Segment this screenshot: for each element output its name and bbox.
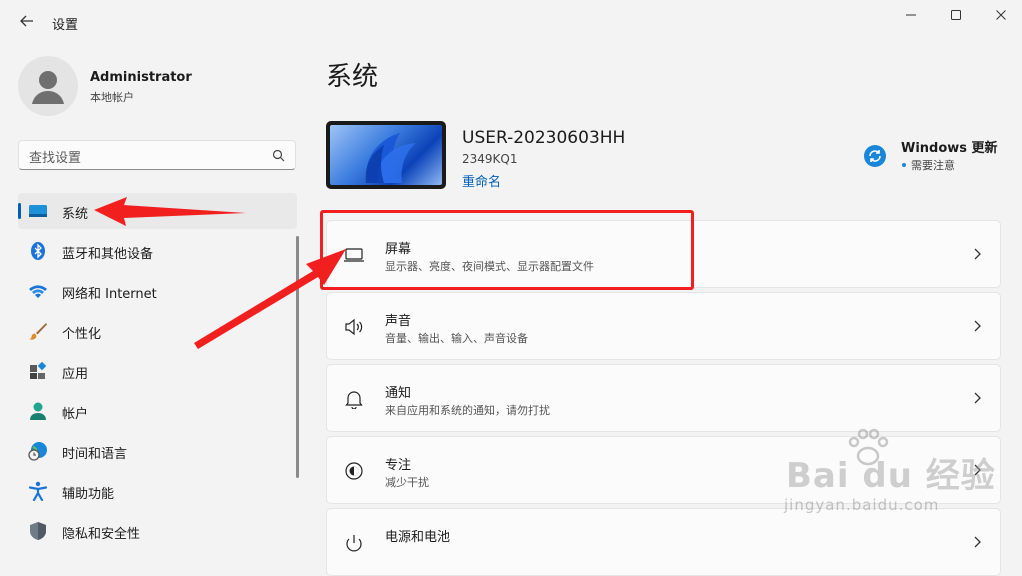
annotation-arrow-display bbox=[194, 249, 346, 349]
watermark-brand: Bai du 经验 bbox=[786, 456, 996, 496]
watermark-url: jingyan.baidu.com bbox=[784, 496, 940, 514]
annotation-arrow-system bbox=[94, 197, 246, 226]
